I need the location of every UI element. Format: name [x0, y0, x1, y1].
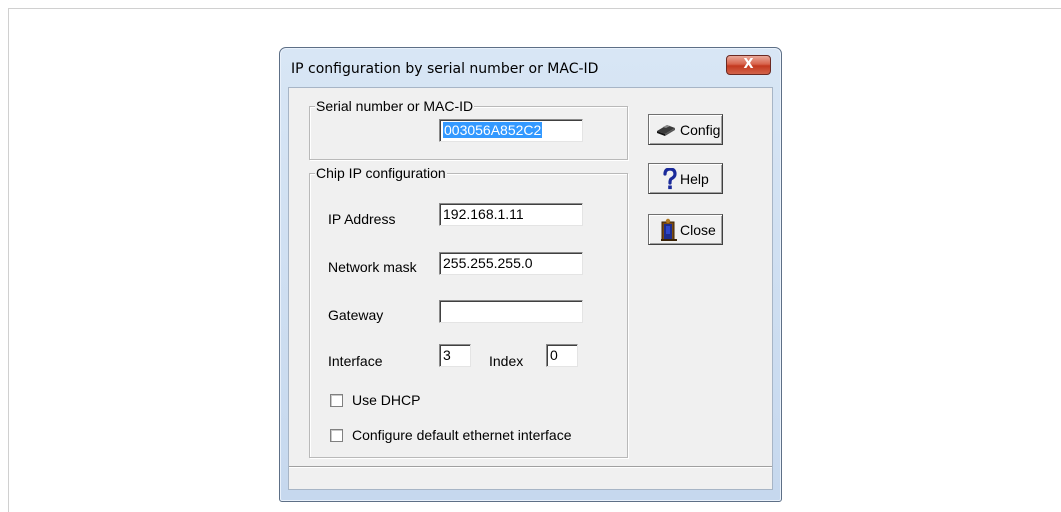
default-ethernet-checkbox[interactable]: [330, 429, 343, 442]
close-button[interactable]: Close: [648, 214, 723, 245]
door-icon: [660, 218, 678, 245]
dialog-client-area: Serial number or MAC-ID 003056A852C2 Chi…: [288, 87, 773, 490]
help-button[interactable]: Help: [648, 163, 723, 194]
serial-input[interactable]: 003056A852C2: [439, 119, 583, 142]
interface-label: Interface: [328, 353, 383, 369]
chip-icon: [655, 121, 677, 140]
window-close-button[interactable]: X: [726, 55, 771, 75]
index-label: Index: [489, 353, 524, 369]
serial-value: 003056A852C2: [443, 122, 543, 138]
question-icon: [663, 167, 677, 193]
network-mask-label: Network mask: [328, 259, 417, 275]
ip-address-input[interactable]: 192.168.1.11: [439, 203, 583, 226]
chip-ip-group-label: Chip IP configuration: [315, 165, 447, 181]
ip-config-dialog: IP configuration by serial number or MAC…: [279, 47, 782, 502]
gateway-label: Gateway: [328, 307, 384, 323]
use-dhcp-label[interactable]: Use DHCP: [352, 392, 420, 408]
config-button-label: Config: [680, 122, 721, 138]
interface-input[interactable]: 3: [439, 344, 471, 367]
close-icon: X: [743, 57, 754, 72]
default-ethernet-label[interactable]: Configure default ethernet interface: [352, 427, 571, 443]
index-input[interactable]: 0: [546, 344, 578, 367]
gateway-input[interactable]: [439, 300, 583, 323]
use-dhcp-checkbox[interactable]: [330, 394, 343, 407]
status-bar: [289, 466, 772, 489]
network-mask-input[interactable]: 255.255.255.0: [439, 252, 583, 275]
ip-address-label: IP Address: [328, 211, 396, 227]
config-button[interactable]: Config: [648, 114, 723, 145]
dialog-title: IP configuration by serial number or MAC…: [291, 61, 599, 77]
help-button-label: Help: [680, 171, 709, 187]
serial-group-label: Serial number or MAC-ID: [315, 98, 475, 114]
close-button-label: Close: [680, 222, 716, 238]
title-bar[interactable]: IP configuration by serial number or MAC…: [280, 48, 781, 87]
